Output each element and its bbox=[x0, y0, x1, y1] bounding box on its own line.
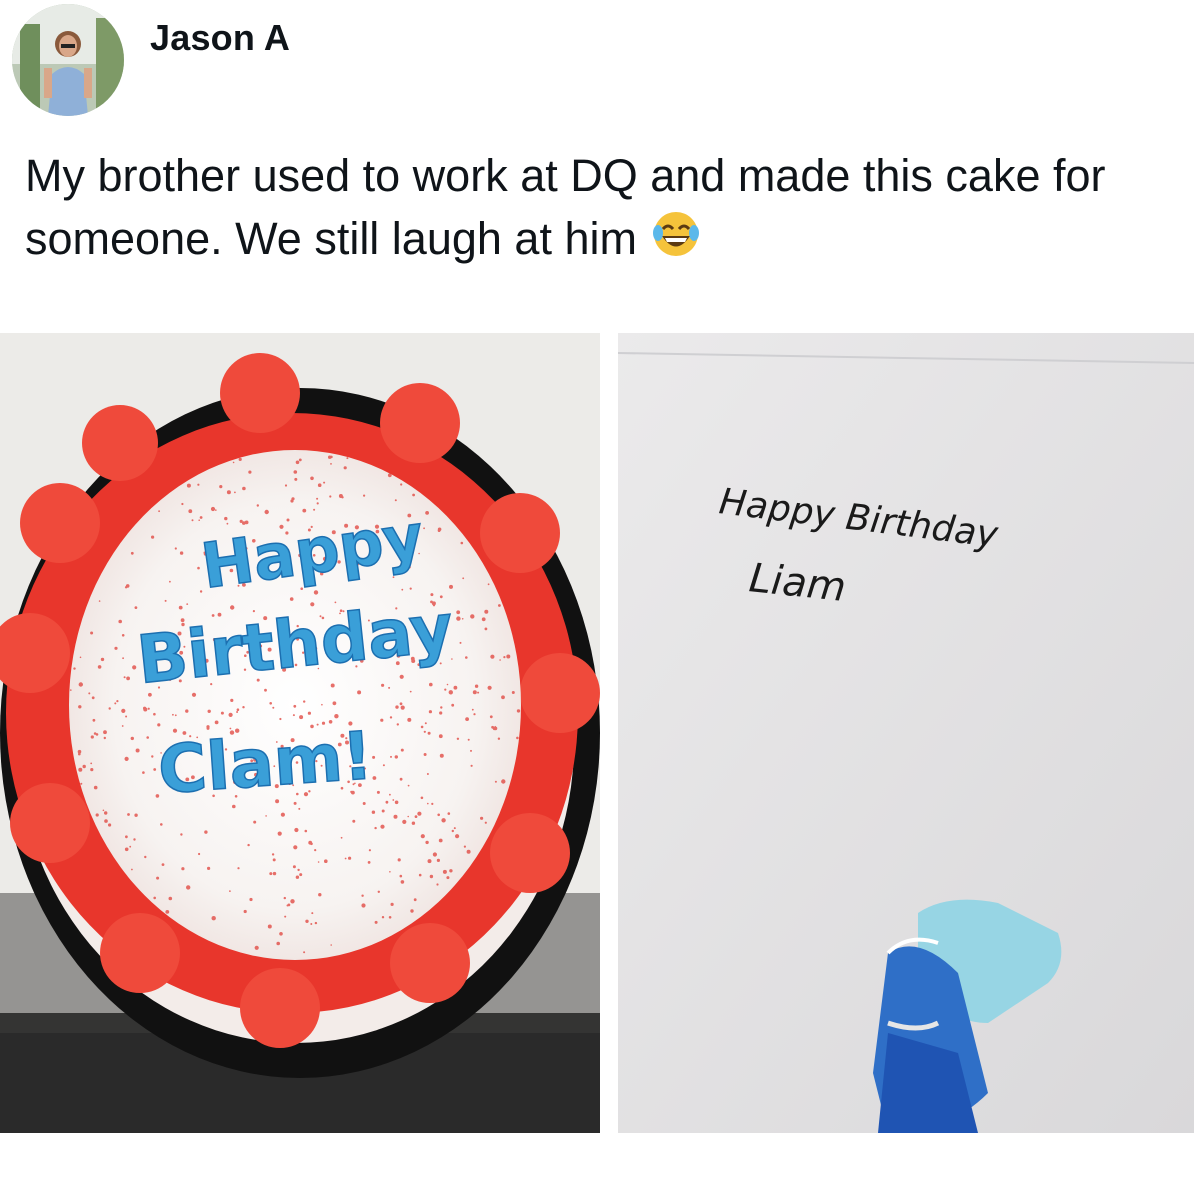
author-name[interactable]: Jason A bbox=[150, 17, 290, 59]
photo-grid: Happy Birthday Clam! Happy Birthday Liam bbox=[0, 333, 1194, 1133]
post-text: My brother used to work at DQ and made t… bbox=[25, 150, 1106, 264]
laughing-crying-emoji-icon bbox=[651, 209, 701, 275]
cake-writing-line-3: Clam! bbox=[156, 717, 375, 809]
order-note-photo[interactable]: Happy Birthday Liam bbox=[618, 333, 1194, 1133]
post-header: Jason A bbox=[12, 0, 290, 120]
photo-divider bbox=[600, 333, 618, 1133]
profile-photo-icon bbox=[12, 4, 124, 116]
cake-photo[interactable]: Happy Birthday Clam! bbox=[0, 333, 600, 1133]
post-body: My brother used to work at DQ and made t… bbox=[25, 144, 1175, 275]
avatar[interactable] bbox=[12, 4, 124, 116]
